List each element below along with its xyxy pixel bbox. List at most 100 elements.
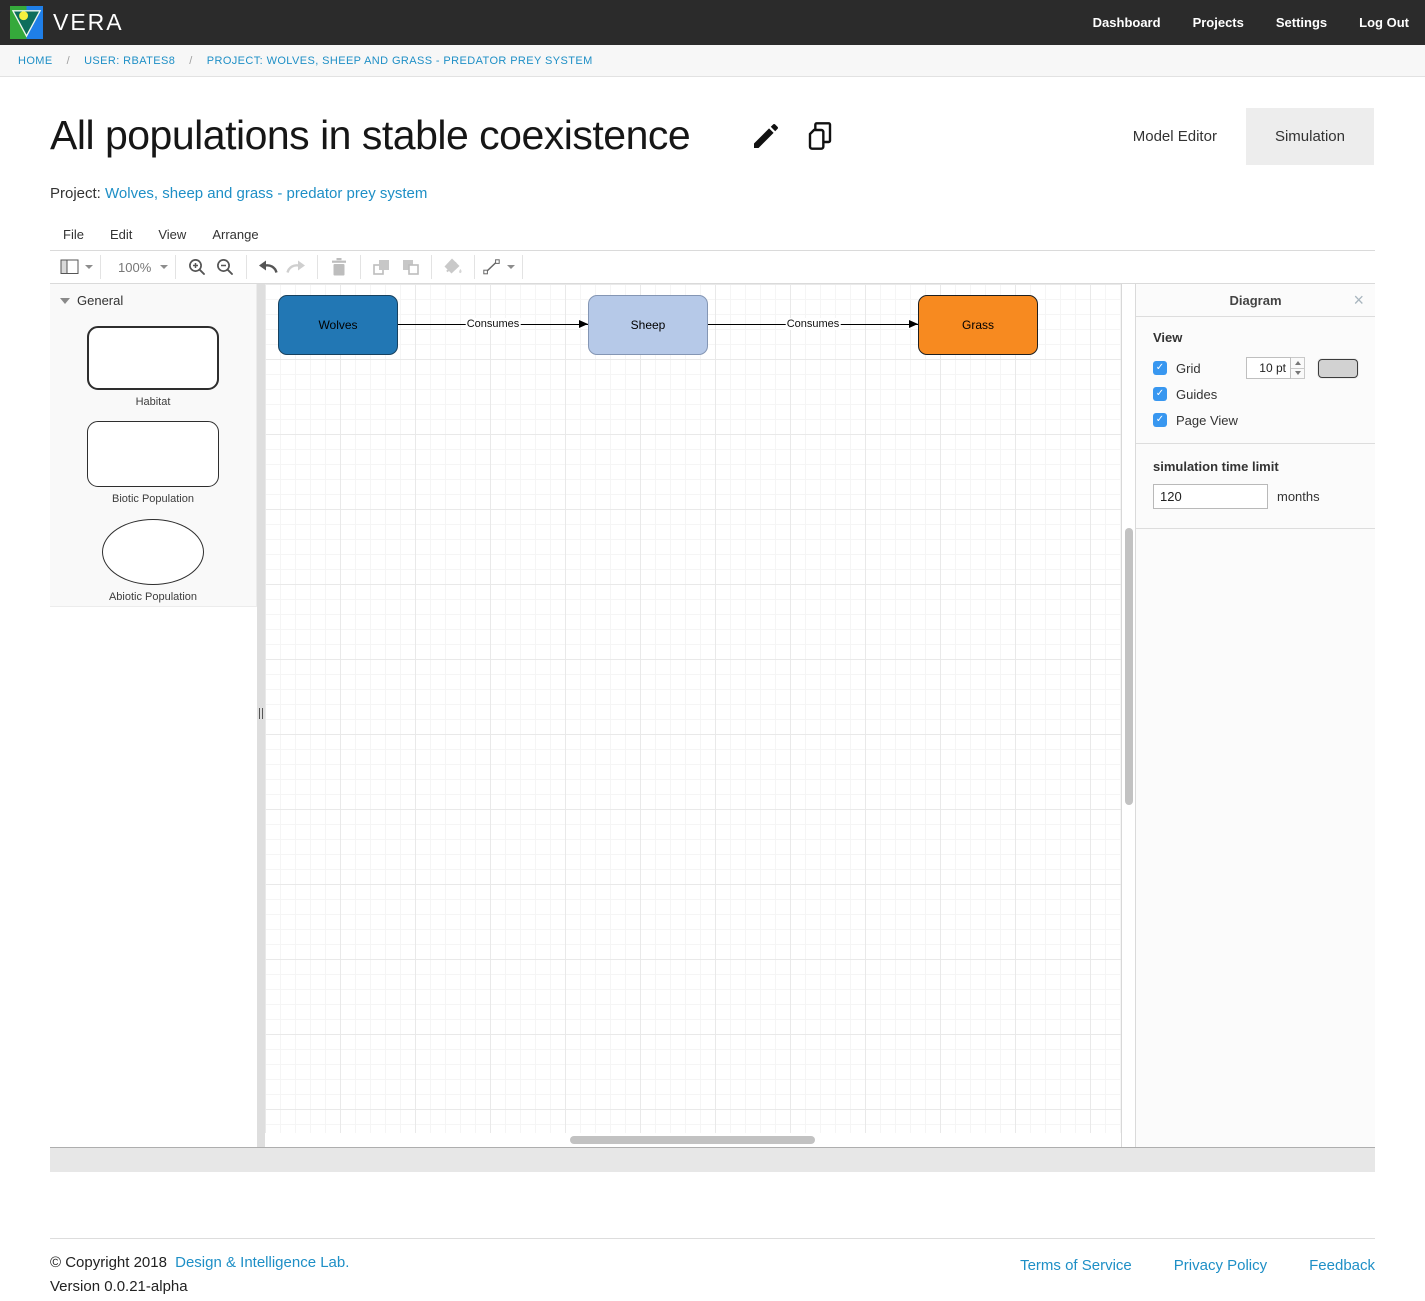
nav-projects[interactable]: Projects: [1193, 15, 1244, 30]
privacy-policy-link[interactable]: Privacy Policy: [1174, 1257, 1267, 1274]
to-front-button[interactable]: [368, 254, 396, 280]
menu-view[interactable]: View: [158, 227, 186, 242]
nav-logout[interactable]: Log Out: [1359, 15, 1409, 30]
close-icon[interactable]: ×: [1353, 284, 1364, 317]
grid-checkbox[interactable]: ✓: [1153, 361, 1167, 375]
palette-collapse-bar[interactable]: [257, 284, 265, 1147]
stepper-down-button[interactable]: [1291, 369, 1305, 380]
to-back-button[interactable]: [396, 254, 424, 280]
shape-label: Abiotic Population: [109, 591, 197, 603]
breadcrumb-project[interactable]: PROJECT: WOLVES, SHEEP AND GRASS - PREDA…: [207, 55, 593, 67]
toolbar-separator: [522, 255, 523, 279]
terms-of-service-link[interactable]: Terms of Service: [1020, 1257, 1132, 1274]
node-label: Sheep: [631, 318, 666, 332]
edge-wolves-consumes-sheep[interactable]: Consumes: [398, 324, 588, 325]
copy-model-icon[interactable]: [804, 120, 836, 152]
palette-shape-biotic-population[interactable]: Biotic Population: [50, 408, 256, 505]
undo-icon: [257, 259, 279, 275]
shape-label: Habitat: [136, 396, 171, 408]
edge-label[interactable]: Consumes: [786, 318, 841, 330]
toolbar-separator: [246, 255, 247, 279]
layout-panels-icon: [60, 259, 80, 275]
breadcrumb-home[interactable]: HOME: [18, 55, 53, 67]
chevron-down-icon: [160, 265, 168, 269]
page-header: All populations in stable coexistence: [50, 112, 836, 159]
undo-button[interactable]: [254, 254, 282, 280]
feedback-link[interactable]: Feedback: [1309, 1257, 1375, 1274]
breadcrumb-separator: /: [67, 55, 70, 67]
node-grass[interactable]: Grass: [918, 295, 1038, 355]
page-view-checkbox[interactable]: ✓: [1153, 413, 1167, 427]
vertical-scrollbar-thumb[interactable]: [1125, 528, 1133, 805]
edge-sheep-consumes-grass[interactable]: Consumes: [708, 324, 918, 325]
page-title: All populations in stable coexistence: [50, 112, 690, 159]
triangle-up-icon: [1295, 361, 1301, 365]
simulation-time-section: simulation time limit months: [1136, 444, 1375, 529]
menu-edit[interactable]: Edit: [110, 227, 132, 242]
grid-option-row: ✓ Grid: [1153, 355, 1358, 381]
arrowhead-icon: [909, 320, 918, 328]
horizontal-scrollbar-thumb[interactable]: [570, 1136, 815, 1144]
breadcrumb-separator: /: [189, 55, 192, 67]
trash-icon: [330, 257, 348, 277]
breadcrumb-user[interactable]: USER: RBATES8: [84, 55, 175, 67]
drag-handle-icon: [259, 708, 263, 719]
triangle-down-icon: [60, 298, 70, 304]
tab-model-editor[interactable]: Model Editor: [1104, 108, 1246, 165]
top-nav-items: Dashboard Projects Settings Log Out: [1093, 15, 1409, 30]
shape-palette: General Habitat Biotic Population Abioti…: [50, 284, 257, 1147]
stepper-up-button[interactable]: [1291, 357, 1305, 369]
vera-app-page: VERA Dashboard Projects Settings Log Out…: [0, 0, 1425, 1301]
zoom-level-dropdown[interactable]: 100%: [108, 254, 168, 280]
lab-link[interactable]: Design & Intelligence Lab.: [175, 1254, 349, 1271]
fill-color-button[interactable]: [439, 254, 467, 280]
editor-menubar: File Edit View Arrange: [50, 218, 1375, 250]
palette-section-general: General Habitat Biotic Population Abioti…: [50, 284, 257, 607]
connector-style-button[interactable]: [482, 254, 515, 280]
toolbar-separator: [431, 255, 432, 279]
redo-button[interactable]: [282, 254, 310, 280]
page-view-layout-button[interactable]: [60, 254, 93, 280]
horizontal-scrollbar[interactable]: [265, 1133, 1121, 1147]
diagram-canvas[interactable]: Consumes Consumes Wolves Sheep Grass: [265, 284, 1121, 1133]
editor-toolbar: 100%: [50, 250, 1375, 284]
zoom-in-button[interactable]: [183, 254, 211, 280]
project-link[interactable]: Wolves, sheep and grass - predator prey …: [105, 185, 427, 202]
palette-section-label: General: [77, 293, 123, 308]
footer-divider: [50, 1238, 1375, 1239]
vertical-scrollbar[interactable]: [1121, 284, 1135, 1147]
nav-dashboard[interactable]: Dashboard: [1093, 15, 1161, 30]
palette-shape-abiotic-population[interactable]: Abiotic Population: [50, 505, 256, 603]
grid-size-input[interactable]: [1246, 357, 1291, 379]
mode-tabs: Model Editor Simulation: [1104, 108, 1374, 165]
toolbar-separator: [175, 255, 176, 279]
abiotic-population-shape-preview: [102, 519, 204, 585]
node-wolves[interactable]: Wolves: [278, 295, 398, 355]
guides-option-row: ✓ Guides: [1153, 381, 1358, 407]
guides-checkbox[interactable]: ✓: [1153, 387, 1167, 401]
tab-simulation[interactable]: Simulation: [1246, 108, 1374, 165]
line-connector-icon: [482, 258, 502, 276]
simulation-time-row: months: [1153, 484, 1358, 509]
redo-icon: [285, 259, 307, 275]
vera-logo-icon: [10, 6, 43, 39]
paint-bucket-icon: [442, 257, 464, 277]
zoom-out-button[interactable]: [211, 254, 239, 280]
palette-section-header[interactable]: General: [50, 284, 256, 314]
project-line: Project: Wolves, sheep and grass - preda…: [50, 185, 427, 202]
edit-title-pencil-icon[interactable]: [750, 120, 782, 152]
delete-button[interactable]: [325, 254, 353, 280]
view-section: View ✓ Grid: [1136, 317, 1375, 444]
simulation-time-input[interactable]: [1153, 484, 1268, 509]
grid-color-swatch[interactable]: [1318, 359, 1358, 378]
format-panel-header: Diagram ×: [1136, 284, 1375, 317]
menu-file[interactable]: File: [63, 227, 84, 242]
menu-arrange[interactable]: Arrange: [212, 227, 258, 242]
brand[interactable]: VERA: [10, 6, 124, 39]
edge-label[interactable]: Consumes: [466, 318, 521, 330]
palette-shape-habitat[interactable]: Habitat: [50, 314, 256, 408]
nav-settings[interactable]: Settings: [1276, 15, 1327, 30]
model-editor: File Edit View Arrange 100%: [50, 218, 1375, 1172]
node-label: Wolves: [318, 318, 357, 332]
node-sheep[interactable]: Sheep: [588, 295, 708, 355]
